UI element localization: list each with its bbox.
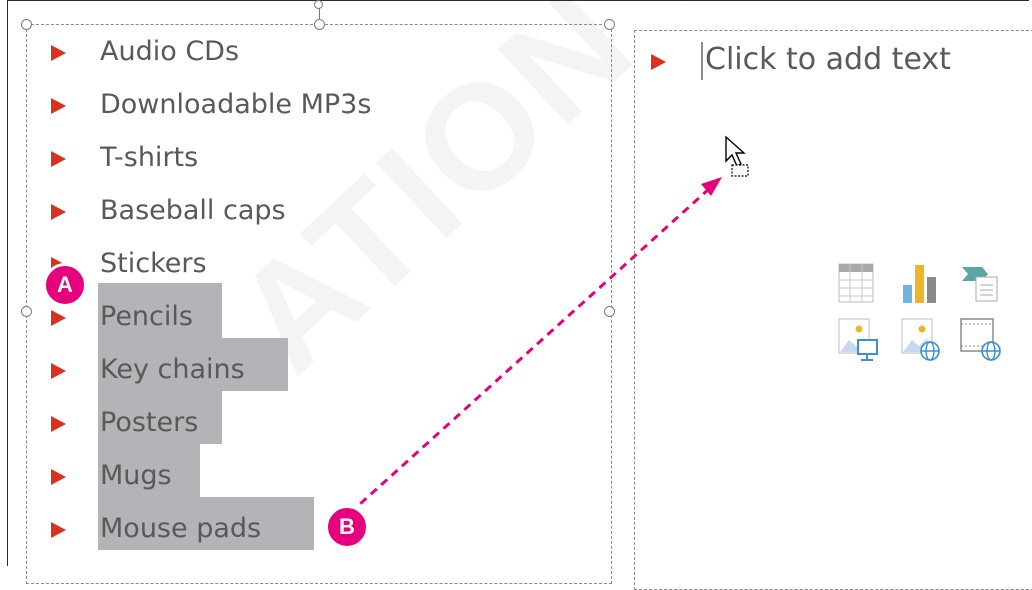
- callout-a-badge: A: [43, 263, 87, 307]
- drag-path-arrow: [348, 177, 722, 515]
- drag-cursor-icon: [725, 135, 749, 177]
- callout-b-badge: B: [325, 505, 369, 549]
